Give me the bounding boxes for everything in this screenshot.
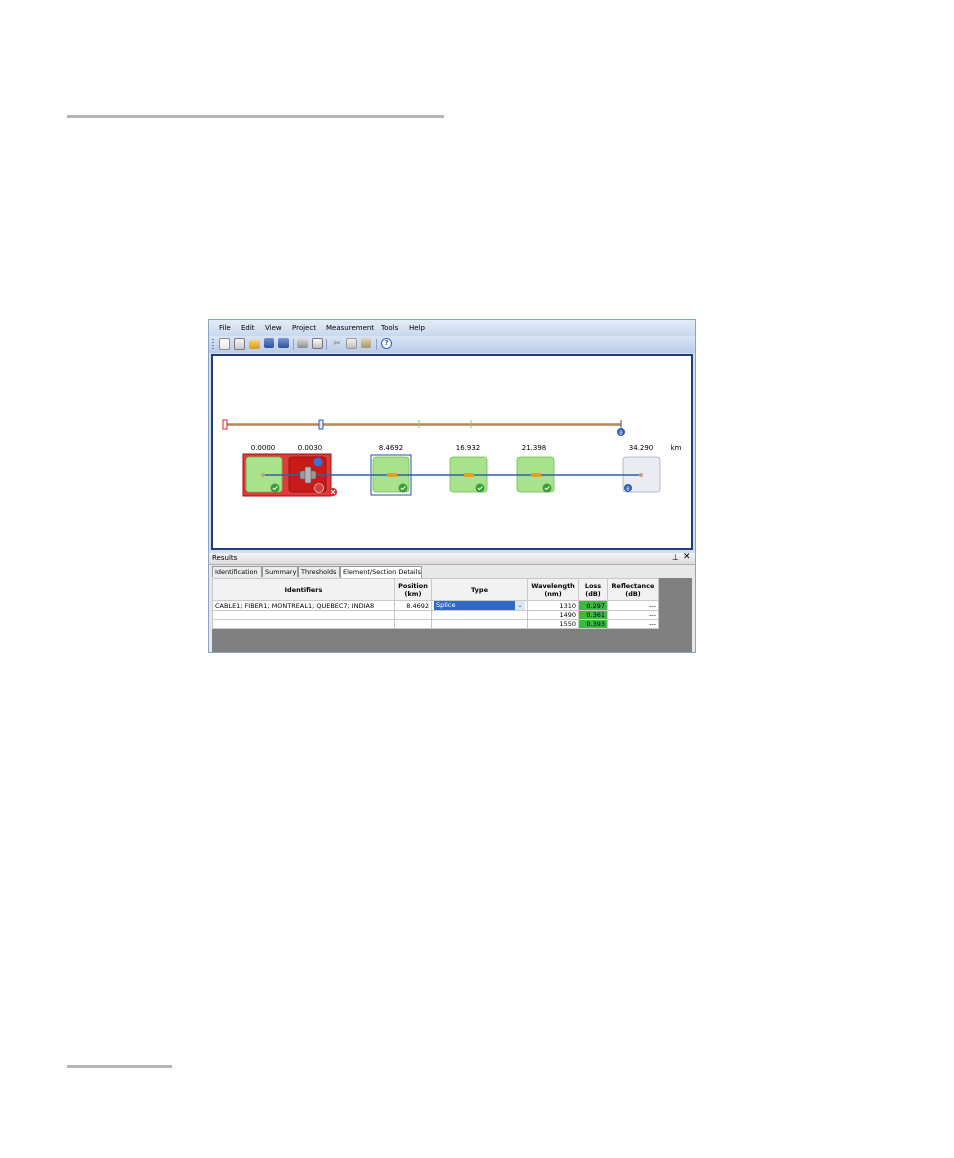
- position-label: 0.0030: [298, 444, 323, 452]
- cut-icon[interactable]: ✂: [331, 338, 343, 350]
- table-header-row: Identifiers Position (km) Type Wavelengt…: [212, 578, 659, 601]
- connector-icon-body: [304, 466, 312, 484]
- menu-file[interactable]: File: [219, 324, 231, 332]
- overview-start-marker[interactable]: [222, 419, 228, 430]
- svg-text:B: B: [619, 431, 623, 437]
- position-label: 0.0000: [251, 444, 276, 452]
- header-rule: [67, 115, 444, 118]
- overview-cursor-marker[interactable]: [318, 419, 324, 430]
- link-view-canvas: B 0.0000 0.0030 8.4692 16.932 21.398 34.…: [211, 354, 693, 550]
- results-title-bar: Results ⊥ ✕: [209, 552, 695, 565]
- open-icon[interactable]: [249, 340, 260, 349]
- table-row[interactable]: 1490 0.361 ---: [212, 610, 659, 620]
- pass-check-icon: [542, 483, 552, 493]
- tab-summary[interactable]: Summary: [262, 566, 298, 577]
- column-header-identifiers[interactable]: Identifiers: [212, 578, 395, 601]
- position-label: 21.398: [522, 444, 547, 452]
- loss-cell: 0.393: [578, 619, 608, 629]
- column-header-reflectance[interactable]: Reflectance (dB): [607, 578, 659, 601]
- position-cell[interactable]: 8.4692: [394, 600, 432, 611]
- save-icon[interactable]: [264, 338, 274, 348]
- copy-icon[interactable]: [346, 338, 357, 349]
- menu-bar: File Edit View Project Measurement Tools…: [209, 320, 695, 336]
- details-table: Identifiers Position (km) Type Wavelengt…: [212, 578, 659, 629]
- reflectance-cell: ---: [607, 610, 659, 620]
- splice-marker: [387, 473, 397, 477]
- fiber-node: [261, 473, 265, 477]
- menu-edit[interactable]: Edit: [241, 324, 255, 332]
- position-label: 16.932: [456, 444, 481, 452]
- pin-icon[interactable]: ⊥: [672, 553, 679, 562]
- new-project-icon[interactable]: [234, 338, 245, 350]
- toolbar-separator: [376, 339, 377, 350]
- reflectance-cell: ---: [607, 619, 659, 629]
- save-all-icon[interactable]: [278, 338, 289, 348]
- table-row[interactable]: CABLE1; FIBER1; MONTREAL1; QUEBEC7; INDI…: [212, 600, 659, 611]
- paste-icon[interactable]: [361, 338, 371, 348]
- menu-project[interactable]: Project: [292, 324, 316, 332]
- position-label: 8.4692: [379, 444, 404, 452]
- print-icon[interactable]: [297, 338, 308, 348]
- loss-cell: 0.297: [578, 600, 608, 611]
- column-header-type[interactable]: Type: [431, 578, 528, 601]
- svg-text:B: B: [626, 487, 630, 493]
- pass-check-icon: [475, 483, 485, 493]
- menu-view[interactable]: View: [265, 324, 282, 332]
- column-header-wavelength[interactable]: Wavelength (nm): [527, 578, 579, 601]
- type-select[interactable]: Splice ⌄: [434, 601, 525, 610]
- pass-check-icon: [270, 483, 280, 493]
- position-label: 34.290: [629, 444, 654, 452]
- link-view-graphic: B 0.0000 0.0030 8.4692 16.932 21.398 34.…: [222, 419, 682, 497]
- type-cell[interactable]: Splice ⌄: [431, 600, 528, 611]
- column-header-loss[interactable]: Loss (dB): [578, 578, 608, 601]
- footer-rule: [67, 1065, 172, 1068]
- fiber-node: [639, 473, 643, 477]
- unit-label: km: [671, 444, 682, 452]
- loss-cell: 0.361: [578, 610, 608, 620]
- help-icon[interactable]: ?: [381, 338, 392, 349]
- toolbar: ✂ ?: [209, 336, 695, 353]
- column-header-position[interactable]: Position (km): [394, 578, 432, 601]
- wavelength-cell: 1490: [527, 610, 579, 620]
- tab-thresholds[interactable]: Thresholds: [298, 566, 340, 577]
- results-panel: Results ⊥ ✕ Identification Summary Thres…: [209, 552, 695, 652]
- close-icon[interactable]: ✕: [683, 552, 691, 562]
- new-icon[interactable]: [219, 338, 230, 350]
- menu-help[interactable]: Help: [409, 324, 425, 332]
- table-row[interactable]: 1550 0.393 ---: [212, 619, 659, 629]
- reflectance-cell: ---: [607, 600, 659, 611]
- menu-measurement[interactable]: Measurement: [326, 324, 374, 332]
- type-select-value: Splice: [436, 601, 456, 609]
- application-window: File Edit View Project Measurement Tools…: [208, 319, 696, 653]
- toolbar-separator: [326, 339, 327, 350]
- print-preview-icon[interactable]: [312, 338, 323, 349]
- tab-identification[interactable]: Identification: [212, 566, 262, 577]
- warning-badge-icon: [314, 483, 324, 493]
- tab-element-section-details[interactable]: Element/Section Details: [340, 566, 422, 578]
- toolbar-grip[interactable]: [212, 339, 214, 350]
- menu-tools[interactable]: Tools: [381, 324, 398, 332]
- identifiers-cell[interactable]: CABLE1; FIBER1; MONTREAL1; QUEBEC7; INDI…: [212, 600, 395, 611]
- wavelength-cell: 1550: [527, 619, 579, 629]
- wavelength-cell: 1310: [527, 600, 579, 611]
- toolbar-separator: [293, 339, 294, 350]
- results-title: Results: [212, 554, 238, 562]
- chevron-down-icon[interactable]: ⌄: [515, 601, 525, 610]
- details-grid-area: Identifiers Position (km) Type Wavelengt…: [212, 578, 692, 652]
- splice-marker: [531, 473, 541, 477]
- splice-marker: [464, 473, 474, 477]
- info-badge-icon: [313, 457, 323, 467]
- pass-check-icon: [398, 483, 408, 493]
